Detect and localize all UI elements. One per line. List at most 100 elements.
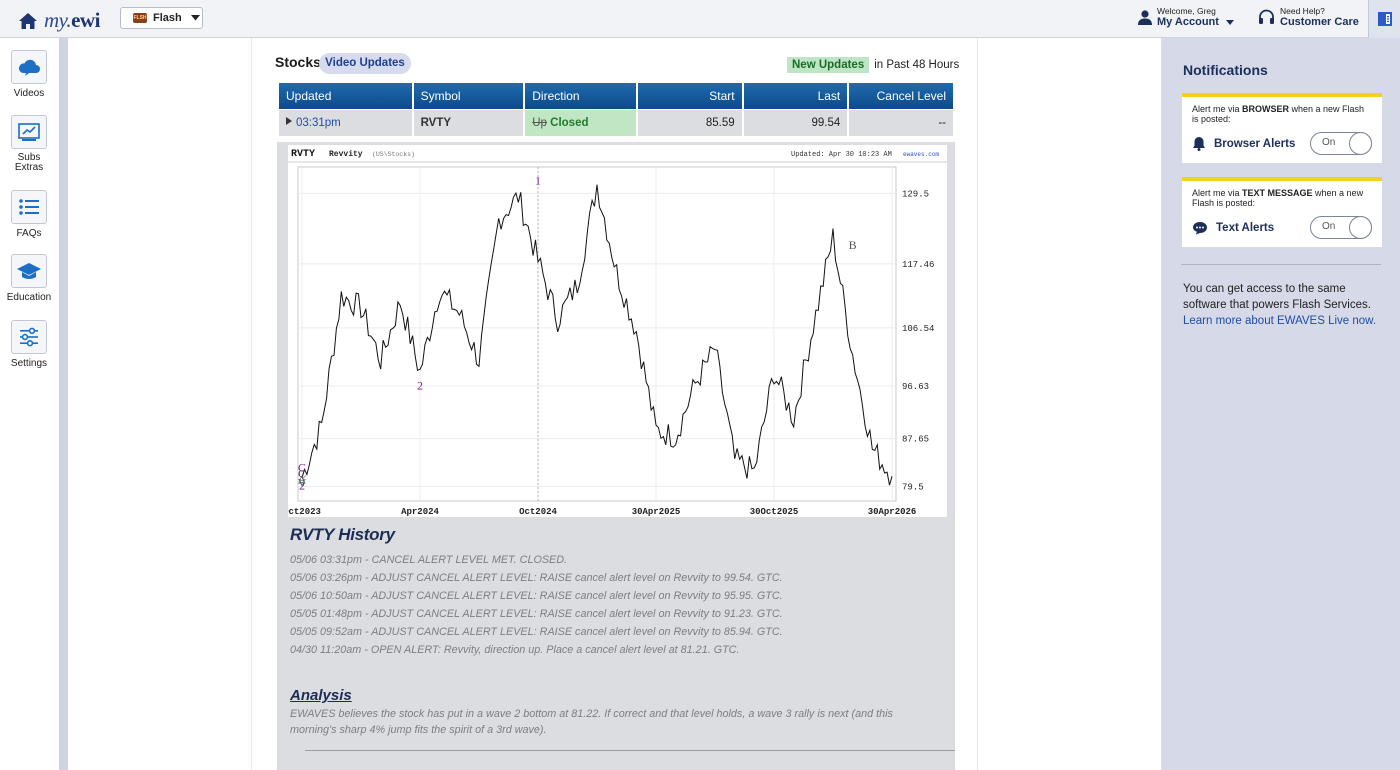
cloud-icon <box>18 59 40 76</box>
education-icon-box <box>11 254 47 288</box>
customer-care-label: Customer Care <box>1280 16 1359 28</box>
logo[interactable]: my.ewi <box>18 8 100 33</box>
account-label: My Account <box>1157 16 1234 29</box>
text-alerts-toggle[interactable]: On <box>1310 216 1372 239</box>
sidebar-item-education[interactable]: Education <box>0 254 58 303</box>
headset-icon <box>1259 9 1274 24</box>
chart-series <box>301 184 893 486</box>
wave-label: 2 <box>299 478 305 492</box>
history-line: 05/06 03:31pm - CANCEL ALERT LEVEL MET. … <box>290 554 568 566</box>
stocks-table: Updated Symbol Direction Start Last Canc… <box>277 83 955 136</box>
expand-caret-icon[interactable] <box>286 117 292 125</box>
videos-icon-box <box>11 50 47 84</box>
column-header-direction[interactable]: Direction <box>525 83 636 109</box>
chart-grid: 129.5 117.46 106.54 96.63 87.65 79.5 Oct2023 Ap… <box>283 166 934 517</box>
column-header-updated[interactable]: Updated <box>279 83 412 109</box>
browser-alert-text: Alert me via BROWSER when a new Flash is… <box>1192 104 1365 124</box>
top-bar: my.ewi FLSH Flash Welcome, Greg My Accou… <box>0 0 1400 38</box>
y-tick-label: 106.54 <box>902 324 934 334</box>
updated-time[interactable]: 03:31pm <box>296 117 341 129</box>
chevron-down-icon <box>1226 20 1234 25</box>
x-tick-label: Apr2024 <box>401 507 439 517</box>
history-title: RVTY History <box>290 525 395 544</box>
y-tick-label: 79.5 <box>902 482 924 492</box>
column-header-cancel-level[interactable]: Cancel Level <box>849 83 953 109</box>
y-tick-label: 117.46 <box>902 260 934 270</box>
column-header-start[interactable]: Start <box>637 83 742 109</box>
new-updates-badge[interactable]: New Updates <box>787 57 870 73</box>
history-line: 05/06 03:26pm - ADJUST CANCEL ALERT LEVE… <box>290 572 783 584</box>
y-tick-label: 96.63 <box>902 382 929 392</box>
account-menu[interactable]: Welcome, Greg My Account <box>1138 6 1234 29</box>
divider <box>1181 264 1381 265</box>
wave-label: 2 <box>417 379 423 393</box>
sidebar-label: Videos <box>13 88 45 99</box>
cell-last: 99.54 <box>743 109 848 136</box>
x-tick-label: 30Oct2025 <box>750 507 799 517</box>
toggle-knob <box>1349 216 1372 239</box>
faqs-icon-box <box>11 190 47 224</box>
price-chart-svg: RVTY Revvity (US\Stocks) Updated: Apr 30… <box>283 149 947 517</box>
toggle-knob <box>1349 132 1372 155</box>
sidebar-item-settings[interactable]: Settings <box>0 320 58 369</box>
welcome-text: Welcome, Greg <box>1157 6 1216 16</box>
text-alert-text: Alert me via TEXT MESSAGE when a new Fla… <box>1192 188 1364 208</box>
column-header-symbol[interactable]: Symbol <box>413 83 524 109</box>
wave-label: B <box>849 238 857 252</box>
browser-alerts-toggle[interactable]: On <box>1310 132 1372 155</box>
notifications-title: Notifications <box>1183 62 1268 78</box>
toggle-label: On <box>1322 137 1336 148</box>
sidebar-item-faqs[interactable]: FAQs <box>0 190 58 239</box>
toggle-label: On <box>1322 221 1336 232</box>
history-line: 04/30 11:20am - OPEN ALERT: Revvity, dir… <box>290 644 740 656</box>
plot-frame <box>297 166 897 502</box>
history-line: 05/05 01:48pm - ADJUST CANCEL ALERT LEVE… <box>290 608 783 620</box>
logo-text: my.ewi <box>44 8 100 32</box>
sidebar-label: Subs Extras <box>14 152 44 173</box>
y-tick-label: 87.65 <box>902 435 929 445</box>
page-title: Stocks <box>275 54 321 70</box>
text-alert-card: Alert me via TEXT MESSAGE when a new Fla… <box>1182 177 1382 247</box>
text-alerts-label: Text Alerts <box>1216 221 1275 234</box>
wave-label: C <box>298 461 306 475</box>
cell-updated[interactable]: 03:31pm <box>279 109 412 136</box>
bell-icon <box>1193 137 1205 151</box>
history-line: 05/05 09:52am - ADJUST CANCEL ALERT LEVE… <box>290 626 783 638</box>
sidebar-label: Education <box>6 292 52 303</box>
new-updates-suffix: in Past 48 Hours <box>874 59 960 71</box>
flash-badge: FLSH <box>133 13 147 23</box>
home-icon <box>19 12 37 29</box>
sidebar-item-videos[interactable]: Videos <box>0 50 58 99</box>
price-chart: RVTY Revvity (US\Stocks) Updated: Apr 30… <box>283 145 947 517</box>
main-content: Stocks Video Updates New Updates in Past… <box>251 38 978 770</box>
panel-toggle[interactable] <box>1368 0 1400 38</box>
ewaves-live-link[interactable]: Learn more about EWAVES Live now. <box>1183 315 1376 327</box>
chart-symbol: RVTY <box>291 149 315 160</box>
customer-care[interactable]: Need Help? Customer Care <box>1258 6 1359 29</box>
x-tick-label: Oct2024 <box>519 507 557 517</box>
browser-alerts-label: Browser Alerts <box>1214 137 1296 150</box>
analysis-title: Analysis <box>290 687 352 704</box>
analysis-text: EWAVES believes the stock has put in a w… <box>290 708 893 736</box>
presentation-icon <box>18 123 40 141</box>
video-updates-button[interactable]: Video Updates <box>319 53 411 74</box>
product-dropdown[interactable]: FLSH Flash <box>120 7 203 29</box>
price-series-line <box>301 184 893 486</box>
chart-updated: Updated: Apr 30 10:23 AM <box>791 151 892 159</box>
chevron-down-icon <box>190 15 200 21</box>
user-icon <box>1138 10 1152 25</box>
sliders-icon <box>20 327 38 347</box>
left-sidebar: Videos Subs Extras FAQs Education Setting… <box>0 38 68 770</box>
promo-text: You can get access to the same software … <box>1183 283 1377 327</box>
sidebar-item-subs-extras[interactable]: Subs Extras <box>0 115 58 173</box>
browser-alert-card: Alert me via BROWSER when a new Flash is… <box>1182 93 1382 163</box>
panel-icon <box>1377 12 1392 26</box>
direction-struck: Up <box>532 117 547 129</box>
history-line: 05/06 10:50am - ADJUST CANCEL ALERT LEVE… <box>290 590 783 602</box>
table-row[interactable]: 03:31pm RVTY Up Closed 85.59 99.54 -- <box>279 109 953 136</box>
x-tick-label: Oct2023 <box>288 507 321 517</box>
chart-source: ewaves.com <box>903 151 939 158</box>
column-header-last[interactable]: Last <box>743 83 848 109</box>
chart-company: Revvity <box>329 150 363 159</box>
cell-start: 85.59 <box>637 109 742 136</box>
